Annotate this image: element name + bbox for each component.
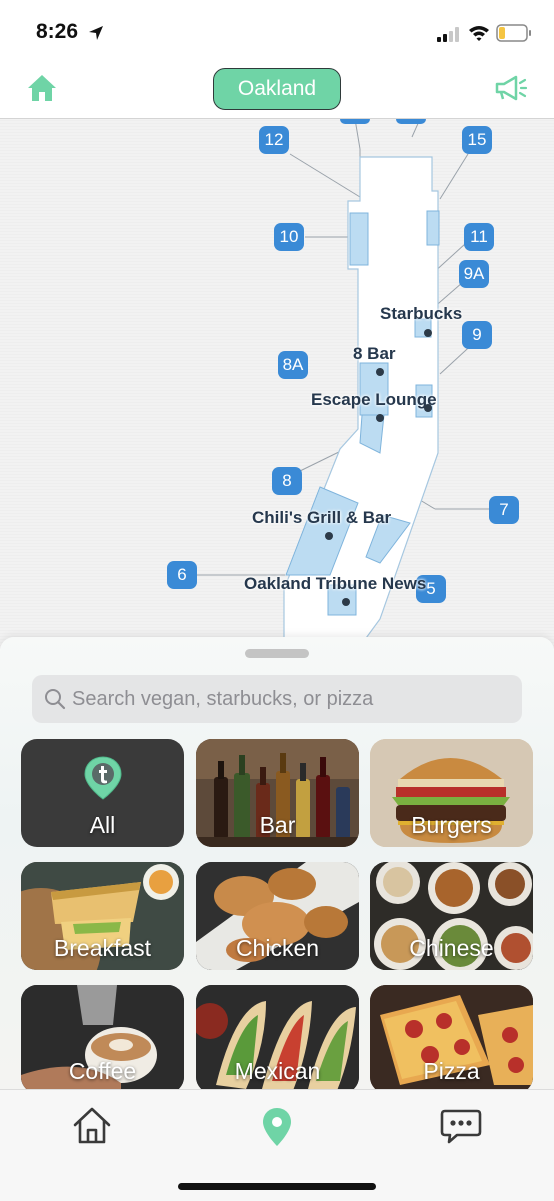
status-time: 8:26 bbox=[36, 20, 79, 43]
poi-8-bar-label[interactable]: 8 Bar bbox=[353, 344, 396, 364]
top-nav: Oakland bbox=[0, 64, 554, 119]
sheet-grab-handle[interactable] bbox=[245, 649, 309, 658]
home-indicator bbox=[178, 1183, 376, 1190]
category-label-chicken: Chicken bbox=[235, 935, 320, 961]
gate-9-marker[interactable]: 9 bbox=[462, 321, 492, 349]
gate-12-marker[interactable]: 12 bbox=[259, 126, 289, 154]
category-label-all: All bbox=[89, 812, 116, 838]
poi-escape-lounge-dot-2 bbox=[424, 404, 432, 412]
search-input[interactable] bbox=[72, 675, 512, 723]
category-tile-coffee[interactable]: Coffee bbox=[21, 985, 184, 1089]
category-tile-bar[interactable]: Bar bbox=[196, 739, 359, 847]
status-bar: 8:26 bbox=[0, 0, 554, 64]
search-bar[interactable] bbox=[32, 675, 522, 723]
wifi-icon bbox=[469, 26, 489, 41]
category-tile-chicken[interactable]: Chicken bbox=[196, 862, 359, 970]
poi-8-bar-dot bbox=[376, 368, 384, 376]
category-label-coffee: Coffee bbox=[68, 1058, 137, 1084]
home-icon[interactable] bbox=[26, 72, 58, 104]
megaphone-icon[interactable] bbox=[494, 74, 528, 102]
poi-escape-lounge-dot bbox=[376, 414, 384, 422]
poi-oakland-tribune-dot bbox=[342, 598, 350, 606]
category-label-mexican: Mexican bbox=[234, 1058, 321, 1084]
location-pin-icon bbox=[84, 756, 122, 800]
gate-10-marker[interactable]: 10 bbox=[274, 223, 304, 251]
category-label-chinese: Chinese bbox=[409, 935, 494, 961]
poi-escape-lounge-label[interactable]: Escape Lounge bbox=[311, 390, 437, 410]
map-pin-tab-icon[interactable] bbox=[255, 1104, 299, 1148]
gate-9a-marker[interactable]: 9A bbox=[459, 260, 489, 288]
chat-tab-icon[interactable] bbox=[439, 1104, 483, 1148]
terminal-map[interactable]: 12 15 10 11 9A 9 8A 8 7 6 5 Starbucks 8 … bbox=[0, 119, 554, 649]
gate-15-marker[interactable]: 15 bbox=[462, 126, 492, 154]
category-sheet: All Bar Burgers bbox=[0, 637, 554, 1089]
category-label-bar: Bar bbox=[259, 812, 296, 838]
category-tile-breakfast[interactable]: Breakfast bbox=[21, 862, 184, 970]
category-tile-chinese[interactable]: Chinese bbox=[370, 862, 533, 970]
category-tile-pizza[interactable]: Pizza bbox=[370, 985, 533, 1089]
terminal-floorplan bbox=[190, 119, 490, 649]
category-tile-all[interactable]: All bbox=[21, 739, 184, 847]
poi-chilis-dot bbox=[325, 532, 333, 540]
poi-chilis-label[interactable]: Chili's Grill & Bar bbox=[252, 508, 391, 528]
poi-starbucks-dot bbox=[424, 329, 432, 337]
battery-icon bbox=[496, 24, 531, 42]
signal-icon bbox=[437, 27, 459, 42]
category-tile-burgers[interactable]: Burgers bbox=[370, 739, 533, 847]
gate-8-marker[interactable]: 8 bbox=[272, 467, 302, 495]
category-label-breakfast: Breakfast bbox=[53, 935, 152, 961]
poi-starbucks-label[interactable]: Starbucks bbox=[380, 304, 462, 324]
gate-8a-marker[interactable]: 8A bbox=[278, 351, 308, 379]
search-icon bbox=[45, 689, 66, 710]
poi-oakland-tribune-label[interactable]: Oakland Tribune News bbox=[244, 574, 426, 594]
home-tab-icon[interactable] bbox=[70, 1104, 114, 1148]
city-selector-button[interactable]: Oakland bbox=[213, 68, 341, 110]
gate-6-marker[interactable]: 6 bbox=[167, 561, 197, 589]
tab-bar bbox=[0, 1089, 554, 1201]
category-label-burgers: Burgers bbox=[411, 812, 492, 838]
location-arrow-icon bbox=[89, 26, 103, 40]
category-label-pizza: Pizza bbox=[423, 1058, 480, 1084]
gate-11-marker[interactable]: 11 bbox=[464, 223, 494, 251]
gate-7-marker[interactable]: 7 bbox=[489, 496, 519, 524]
category-tile-mexican[interactable]: Mexican bbox=[196, 985, 359, 1089]
